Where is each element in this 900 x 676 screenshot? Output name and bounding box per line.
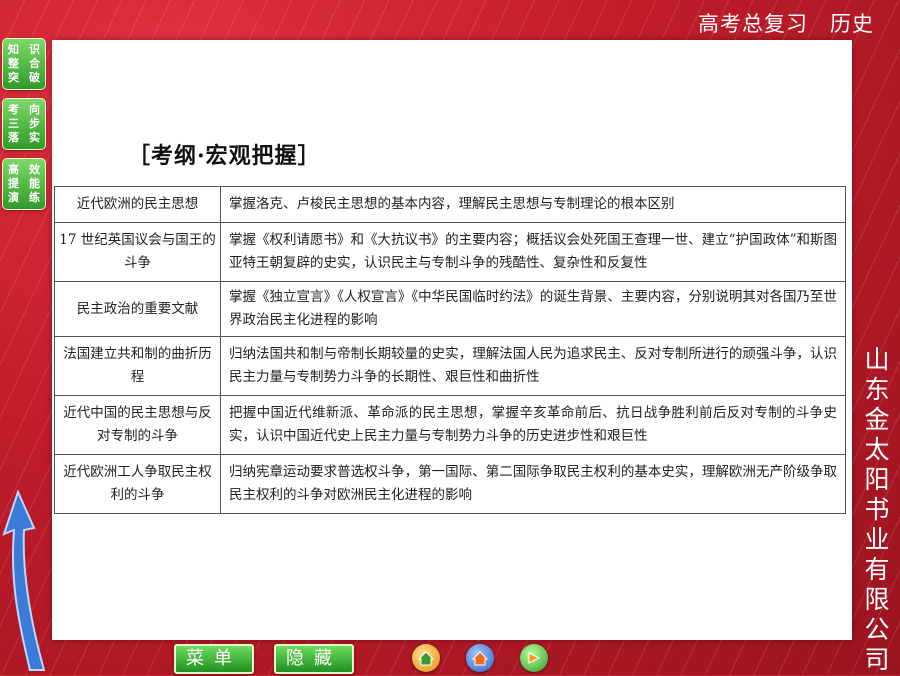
table-row: 近代欧洲的民主思想 掌握洛克、卢梭民主思想的基本内容，理解民主思想与专制理论的根… [54, 186, 846, 223]
header-course: 历史 [830, 12, 874, 36]
tab-char: 演 [8, 191, 19, 204]
topic-cell: 民主政治的重要文献 [54, 281, 221, 337]
tab-char: 能 [29, 177, 40, 190]
table-row: 民主政治的重要文献 掌握《独立宣言》《人权宣言》《中华民国临时约法》的诞生背景、… [54, 281, 846, 337]
topic-cell: 近代中国的民主思想与反对专制的斗争 [54, 395, 221, 455]
table-row: 法国建立共和制的曲折历程 归纳法国共和制与帝制长期较量的史实，理解法国人民为追求… [54, 336, 846, 396]
next-icon[interactable] [520, 644, 548, 672]
requirement-cell: 掌握洛克、卢梭民主思想的基本内容，理解民主思想与专制理论的根本区别 [220, 186, 846, 223]
tab-char: 整 [8, 57, 19, 70]
table-row: 近代中国的民主思想与反对专制的斗争 把握中国近代维新派、革命派的民主思想，掌握辛… [54, 395, 846, 455]
requirement-cell: 把握中国近代维新派、革命派的民主思想，掌握辛亥革命前后、抗日战争胜利前后反对专制… [220, 395, 846, 455]
tab-char: 向 [29, 103, 40, 116]
publisher-name: 山东金太阳书业有限公司 [864, 345, 890, 674]
bottom-bar: 菜单 隐藏 [170, 641, 570, 674]
tab-char: 三 [8, 117, 19, 130]
tab-char: 效 [29, 163, 40, 176]
topic-cell: 17 世纪英国议会与国王的斗争 [54, 222, 221, 282]
tab-char: 实 [29, 131, 40, 144]
syllabus-table: 近代欧洲的民主思想 掌握洛克、卢梭民主思想的基本内容，理解民主思想与专制理论的根… [54, 186, 846, 514]
tab-exam-three-steps[interactable]: 考 向 三 步 落 实 [2, 98, 46, 150]
tab-char: 步 [29, 117, 40, 130]
requirement-cell: 掌握《权利请愿书》和《大抗议书》的主要内容；概括议会处死国王查理一世、建立“护国… [220, 222, 846, 282]
requirement-cell: 归纳宪章运动要求普选权斗争，第一国际、第二国际争取民主权利的基本史实，理解欧洲无… [220, 454, 846, 514]
tab-knowledge-integration[interactable]: 知 识 整 合 突 破 [2, 38, 46, 90]
topic-cell: 法国建立共和制的曲折历程 [54, 336, 221, 396]
tab-char: 考 [8, 103, 19, 116]
tab-char: 练 [29, 191, 40, 204]
table-row: 17 世纪英国议会与国王的斗争 掌握《权利请愿书》和《大抗议书》的主要内容；概括… [54, 222, 846, 282]
tab-char: 破 [29, 71, 40, 84]
tab-efficient-practice[interactable]: 高 效 提 能 演 练 [2, 158, 46, 210]
tab-char: 提 [8, 177, 19, 190]
decorative-arrow-icon [2, 489, 46, 671]
tab-char: 识 [29, 43, 40, 56]
topic-cell: 近代欧洲工人争取民主权利的斗争 [54, 454, 221, 514]
topic-cell: 近代欧洲的民主思想 [54, 186, 221, 223]
table-row: 近代欧洲工人争取民主权利的斗争 归纳宪章运动要求普选权斗争，第一国际、第二国际争… [54, 454, 846, 514]
tab-char: 合 [29, 57, 40, 70]
section-title: ［考纲·宏观把握］ [128, 143, 321, 169]
tab-char: 高 [8, 163, 19, 176]
header-title: 高考总复习 历史 [676, 8, 874, 38]
tab-char: 突 [8, 71, 19, 84]
back-home-icon[interactable] [466, 644, 494, 672]
hide-button[interactable]: 隐藏 [274, 644, 354, 674]
tab-char: 知 [8, 43, 19, 56]
home-icon[interactable] [412, 644, 440, 672]
requirement-cell: 掌握《独立宣言》《人权宣言》《中华民国临时约法》的诞生背景、主要内容，分别说明其… [220, 281, 846, 337]
menu-button[interactable]: 菜单 [174, 644, 254, 674]
tab-char: 落 [8, 131, 19, 144]
requirement-cell: 归纳法国共和制与帝制长期较量的史实，理解法国人民为追求民主、反对专制所进行的顽强… [220, 336, 846, 396]
side-tabs: 知 识 整 合 突 破 考 向 三 步 落 实 高 效 提 能 演 练 [2, 38, 46, 218]
header-subject: 高考总复习 [698, 12, 808, 36]
